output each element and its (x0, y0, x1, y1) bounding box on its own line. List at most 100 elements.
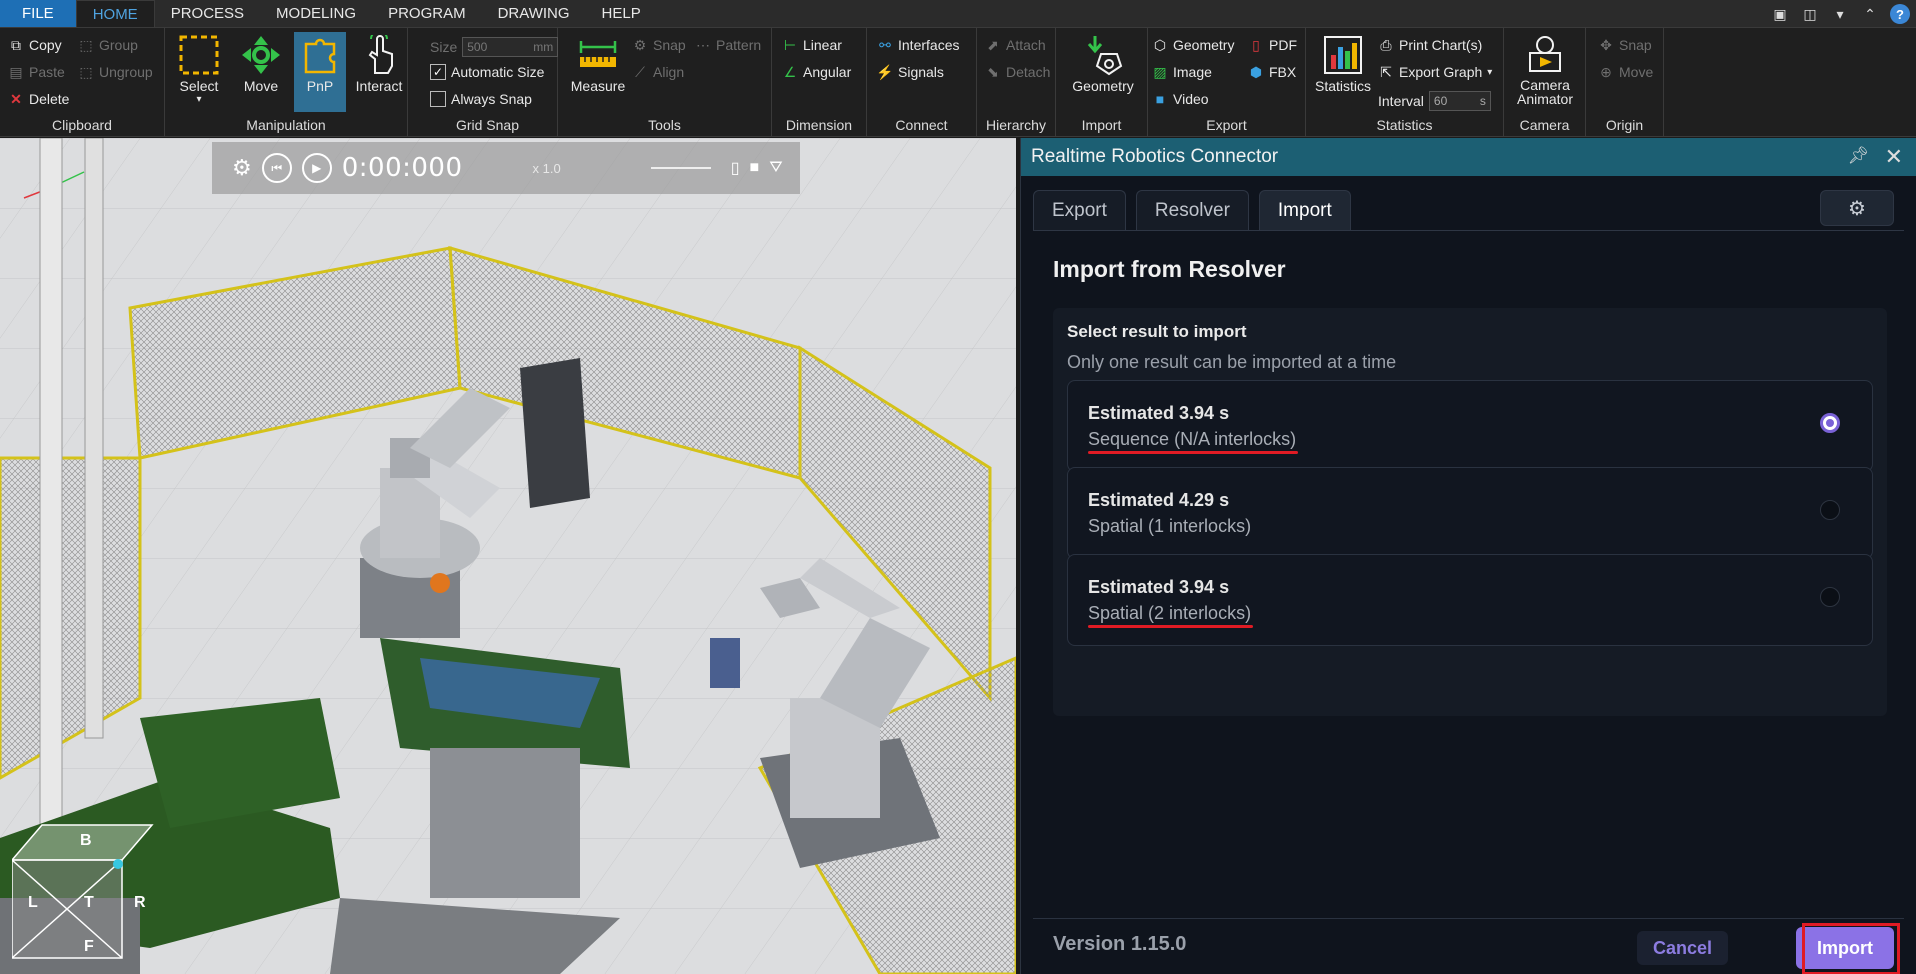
camera-animator-button[interactable]: Camera Animator (1510, 32, 1580, 106)
signals-label: Signals (898, 64, 944, 80)
interact-button[interactable]: Interact (353, 32, 405, 94)
export-pdf-button[interactable]: ▯ PDF (1248, 37, 1297, 54)
signals-button[interactable]: ⚡ Signals (876, 64, 944, 81)
pin-icon[interactable]: 📌︎ (1847, 146, 1869, 166)
origin-snap-button[interactable]: ✥ Snap (1598, 37, 1652, 54)
red-underline-annotation (1088, 451, 1299, 454)
rewind-button[interactable]: ⏮ (261, 153, 292, 183)
grid-size-unit: mm (533, 40, 554, 54)
tab-import[interactable]: Import (1258, 190, 1351, 230)
video-camera-icon: ■ (1155, 91, 1165, 107)
import-geometry-label: Geometry (1072, 78, 1134, 94)
menu-tab-file[interactable]: FILE (0, 0, 76, 27)
interval-label: Interval (1378, 93, 1424, 109)
tab-export[interactable]: Export (1033, 190, 1126, 230)
move-button[interactable]: Move (235, 32, 287, 94)
paste-button[interactable]: ▤ Paste (8, 64, 64, 81)
cube-label-left: L (28, 894, 38, 911)
grid-snap-group: Size 500 mm ✓ Automatic Size Always Snap … (418, 28, 559, 137)
export-geometry-button[interactable]: ⬡ Geometry (1152, 37, 1235, 54)
export-image-button[interactable]: ▨ Image (1152, 64, 1212, 81)
result-radio[interactable] (1820, 500, 1840, 520)
help-icon[interactable]: ? (1890, 4, 1910, 24)
interval-input[interactable]: 60 s (1428, 91, 1491, 111)
select-button[interactable]: Select ▾ (173, 32, 225, 105)
clipboard-group-label: Clipboard (52, 117, 112, 133)
interval-field: Interval 60 s (1378, 91, 1491, 111)
filter-icon[interactable]: ⛛ (769, 159, 782, 177)
tab-resolver[interactable]: Resolver (1135, 190, 1249, 230)
layout-icon[interactable]: ◫ (1800, 4, 1820, 24)
chevron-down-icon[interactable]: ▾ (1830, 4, 1850, 24)
settings-button[interactable]: ⚙ (1820, 190, 1894, 226)
statistics-button[interactable]: Statistics (1314, 32, 1372, 94)
pattern-button[interactable]: ⋯ Pattern (695, 37, 762, 54)
automatic-size-checkbox[interactable]: ✓ Automatic Size (430, 64, 544, 80)
angular-button[interactable]: ∠ Angular (782, 64, 852, 81)
result-radio[interactable] (1820, 587, 1840, 607)
menu-tab-home[interactable]: HOME (75, 0, 155, 27)
export-graph-button[interactable]: ⇱ Export Graph ▾ (1378, 63, 1493, 81)
close-icon[interactable]: ✕ (1885, 144, 1903, 170)
result-estimate: Estimated 3.94 s (1088, 577, 1230, 597)
play-button[interactable]: ▶ (301, 153, 332, 183)
screen-icon[interactable]: ▣ (1770, 4, 1790, 24)
origin-move-button[interactable]: ⊕ Move (1598, 64, 1653, 81)
camera-group: Camera Animator Camera (1504, 28, 1586, 137)
result-type: Spatial (2 interlocks) (1088, 603, 1254, 628)
measure-label: Measure (570, 78, 626, 94)
export-geometry-label: Geometry (1173, 37, 1235, 53)
3d-viewport[interactable]: ⚙ ⏮ ▶ 0:00:000 x 1.0 ▯ ■ ⛛ B L T R F (0, 138, 1016, 974)
pnp-button[interactable]: PnP (294, 32, 346, 112)
export-graph-icon: ⇱ (1380, 63, 1392, 80)
select-label: Select (179, 78, 219, 94)
collapse-ribbon-icon[interactable]: ⌃ (1860, 4, 1880, 24)
result-selection-panel: Select result to import Only one result … (1053, 308, 1887, 716)
pdf-export-icon[interactable]: ▯ (731, 158, 740, 178)
gear-icon: ⚙ (1848, 197, 1866, 220)
group-button[interactable]: ⬚ Group (78, 37, 138, 54)
attach-icon: ⬈ (987, 36, 999, 53)
video-record-icon[interactable]: ■ (750, 159, 760, 177)
attach-label: Attach (1006, 37, 1046, 53)
interfaces-button[interactable]: ⚯ Interfaces (877, 37, 959, 54)
import-geometry-button[interactable]: Geometry (1070, 32, 1136, 94)
print-charts-button[interactable]: ⎙ Print Chart(s) (1378, 37, 1483, 54)
speed-slider[interactable] (650, 167, 711, 169)
result-option-3[interactable]: Estimated 3.94 s Spatial (2 interlocks) (1067, 554, 1873, 646)
detach-button[interactable]: ⬊ Detach (985, 64, 1050, 81)
always-snap-checkbox[interactable]: Always Snap (430, 91, 532, 107)
delete-button[interactable]: ✕ Delete (8, 91, 70, 108)
delete-label: Delete (29, 91, 70, 107)
export-fbx-button[interactable]: ⬢ FBX (1248, 64, 1296, 81)
grid-size-field: Size 500 mm (430, 37, 559, 57)
menu-tab-drawing[interactable]: DRAWING (482, 0, 586, 27)
grid-size-input[interactable]: 500 mm (462, 37, 559, 57)
result-option-1[interactable]: Estimated 3.94 s Sequence (N/A interlock… (1067, 380, 1873, 472)
camera-animator-label-1: Camera (1520, 77, 1570, 93)
result-radio-selected[interactable] (1820, 413, 1840, 433)
export-group-label: Export (1206, 117, 1247, 133)
measure-button[interactable]: Measure (568, 32, 628, 94)
result-option-2[interactable]: Estimated 4.29 s Spatial (1 interlocks) (1067, 467, 1873, 559)
align-button[interactable]: ⟋ Align (632, 64, 684, 81)
navigation-cube[interactable]: B L T R F (12, 820, 160, 960)
menu-tab-program[interactable]: PROGRAM (372, 0, 482, 27)
export-video-button[interactable]: ■ Video (1152, 91, 1209, 107)
linear-button[interactable]: ⊢ Linear (782, 37, 842, 54)
result-type: Spatial (1 interlocks) (1088, 516, 1251, 537)
attach-button[interactable]: ⬈ Attach (985, 36, 1046, 54)
pattern-label: Pattern (716, 37, 762, 53)
menu-tab-help[interactable]: HELP (586, 0, 657, 27)
ungroup-button[interactable]: ⬚ Ungroup (78, 64, 152, 81)
import-button[interactable]: Import (1796, 927, 1894, 969)
group-label: Group (99, 37, 138, 53)
gear-icon[interactable]: ⚙ (232, 155, 252, 181)
snap-button[interactable]: ⚙ Snap (632, 37, 686, 54)
print-charts-label: Print Chart(s) (1399, 37, 1483, 53)
menu-tab-modeling[interactable]: MODELING (260, 0, 372, 27)
cancel-button[interactable]: Cancel (1636, 931, 1728, 965)
chevron-down-icon: ▾ (1487, 66, 1493, 78)
menu-tab-process[interactable]: PROCESS (155, 0, 260, 27)
copy-button[interactable]: ⧉ Copy (8, 37, 62, 54)
